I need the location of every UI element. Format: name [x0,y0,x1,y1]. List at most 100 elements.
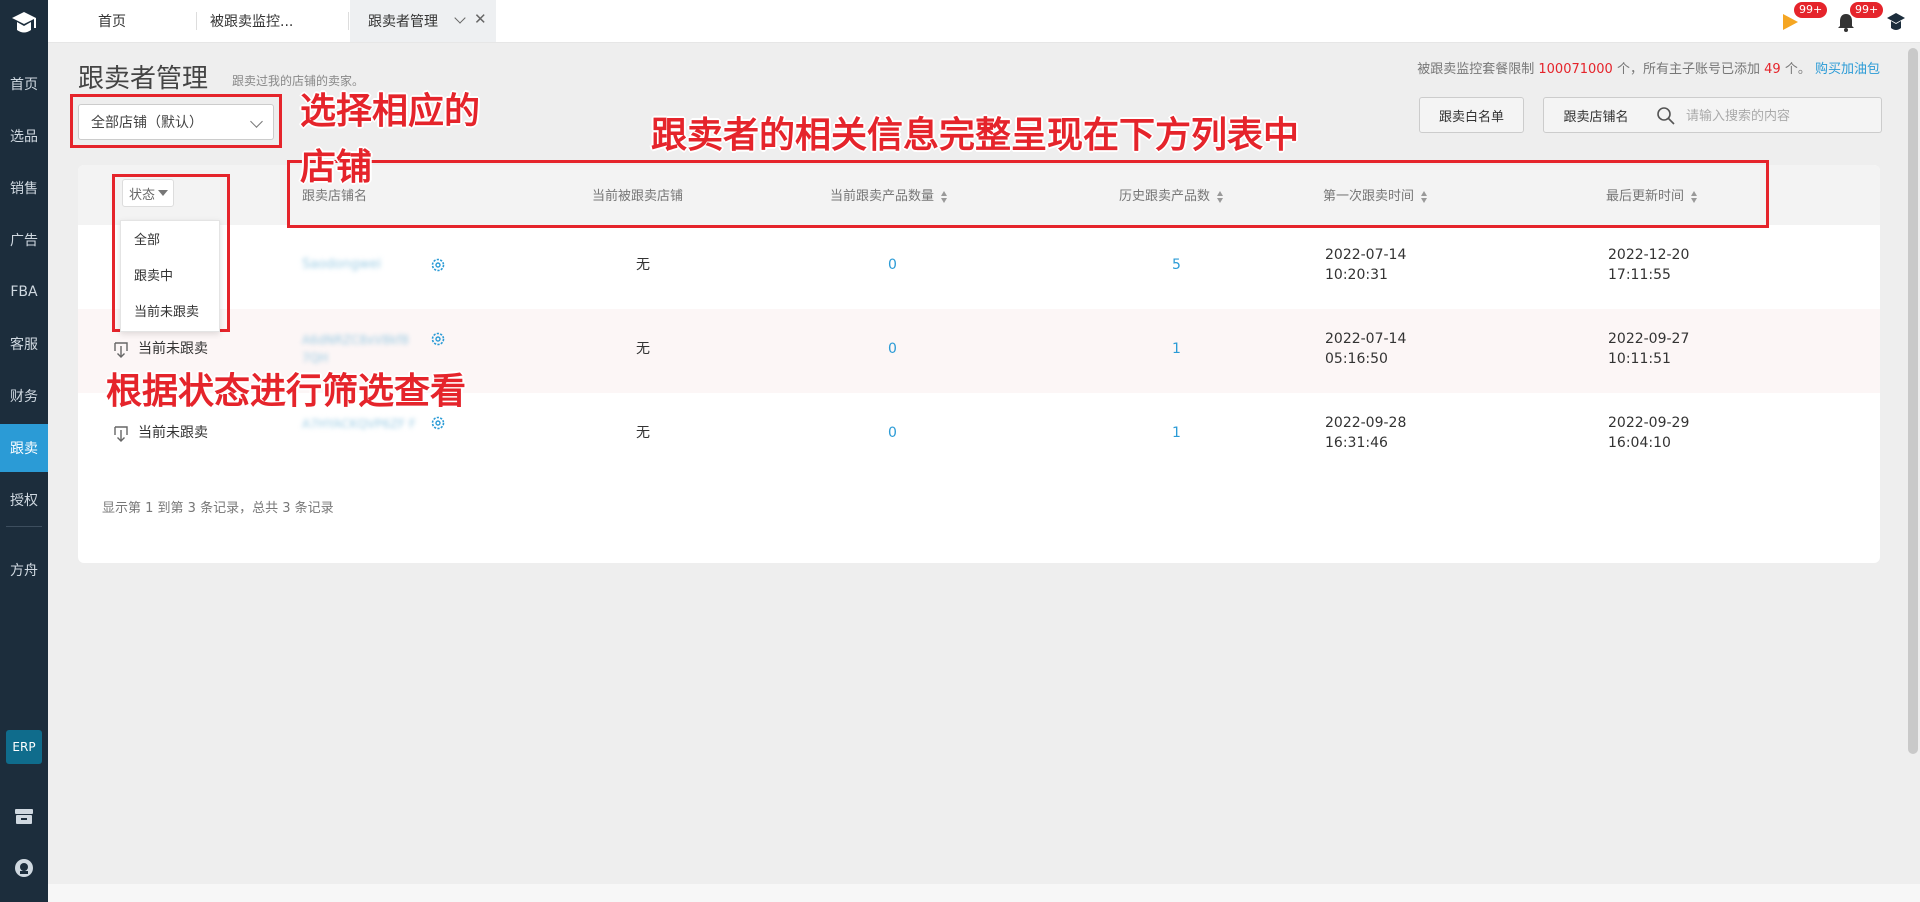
gear-icon[interactable] [430,415,446,431]
annotation-list-info: 跟卖者的相关信息完整呈现在下方列表中 [651,115,1300,156]
support-icon[interactable] [12,856,36,880]
pagination-info: 显示第 1 到第 3 条记录，总共 3 条记录 [102,501,334,516]
quota-limit: 100071000 [1538,62,1613,77]
whitelist-button[interactable]: 跟卖白名单 [1419,97,1524,133]
close-icon[interactable]: ✕ [474,10,487,28]
not-following-icon [114,342,128,358]
first-clock: 10:20:31 [1325,267,1388,283]
first-time: 2022-07-14 05:16:50 [1325,329,1406,369]
search-field-select[interactable]: 跟卖店铺名 [1543,97,1649,133]
status-option-not-following[interactable]: 当前未跟卖 [134,301,199,320]
current-count[interactable]: 0 [888,339,897,359]
tab-home[interactable]: 首页 [98,0,126,42]
tab-label: 首页 [98,14,126,30]
quota-info: 被跟卖监控套餐限制 100071000 个，所有主子账号已添加 49 个。 购买… [1417,58,1880,77]
sidebar-item-label: 销售 [10,181,38,197]
tab-bar: 首页 被跟卖监控... 跟卖者管理 ✕ 99+ 99+ [48,0,1920,43]
scrollbar[interactable] [1908,48,1918,754]
sidebar-item-label: 授权 [10,493,38,509]
sidebar-item-label: 跟卖 [10,441,38,457]
first-date: 2022-07-14 [1325,331,1407,347]
sidebar-item-label: 选品 [10,129,38,145]
history-count[interactable]: 5 [1172,255,1181,275]
first-date: 2022-07-14 [1325,247,1407,263]
annotation-select-shop-2: 店铺 [300,147,373,188]
buy-package-link[interactable]: 购买加油包 [1815,62,1880,77]
status-dropdown: 全部 跟卖中 当前未跟卖 [120,220,220,332]
sidebar-item-sales[interactable]: 销售 [0,164,48,212]
history-count[interactable]: 1 [1172,423,1181,443]
quota-added: 49 [1764,62,1781,77]
current-store: 无 [636,341,650,357]
erp-button[interactable]: ERP [6,730,42,764]
sidebar-item-customer-service[interactable]: 客服 [0,320,48,368]
current-count[interactable]: 0 [888,255,897,275]
tab-follow-sell-monitor[interactable]: 被跟卖监控... [210,0,293,42]
sidebar-item-ads[interactable]: 广告 [0,216,48,264]
sidebar-item-fba[interactable]: FBA [0,268,48,316]
sidebar-item-authorization[interactable]: 授权 [0,476,48,524]
tab-divider [348,12,349,30]
sidebar-item-label: 广告 [10,233,38,249]
sidebar-item-finance[interactable]: 财务 [0,372,48,420]
sidebar-item-follow-sell[interactable]: 跟卖 [0,424,48,472]
last-clock: 16:04:10 [1608,435,1671,451]
status-text: 当前未跟卖 [138,425,208,441]
shop-name[interactable]: Saodongwei [302,255,381,275]
sidebar-item-label: FBA [10,284,38,300]
logo-icon[interactable] [8,8,40,40]
sidebar-item-product-selection[interactable]: 选品 [0,112,48,160]
tab-divider [196,12,197,30]
quota-suffix: 个。 [1784,62,1811,77]
search-field-label: 跟卖店铺名 [1563,109,1629,125]
last-date: 2022-12-20 [1608,247,1690,263]
chevron-down-icon[interactable] [454,12,466,24]
current-count[interactable]: 0 [888,423,897,443]
last-clock: 10:11:51 [1608,351,1671,367]
page-title: 跟卖者管理 [78,64,209,94]
sidebar-item-ark[interactable]: 方舟 [0,546,48,594]
table-row: Saodongwei 无 0 5 2022-07-14 10:20:31 2022… [78,225,1880,309]
search-icon[interactable] [1656,106,1676,126]
search-box [1648,97,1882,133]
sidebar-item-home[interactable]: 首页 [0,60,48,108]
header-icons: 99+ 99+ [1780,2,1910,36]
store-icon[interactable] [12,804,36,828]
sidebar-item-label: 方舟 [10,563,38,579]
first-clock: 16:31:46 [1325,435,1388,451]
quota-prefix: 被跟卖监控套餐限制 [1417,62,1535,77]
last-date: 2022-09-29 [1608,415,1690,431]
gear-icon[interactable] [430,331,446,347]
last-date: 2022-09-27 [1608,331,1690,347]
bell-badge: 99+ [1850,2,1884,18]
shop-name[interactable]: A7HYACKQVP6ZF F [302,415,420,433]
sidebar-item-label: 财务 [10,389,38,405]
status-option-following[interactable]: 跟卖中 [134,265,173,284]
status-text: 当前未跟卖 [138,341,208,357]
annotation-status-filter: 根据状态进行筛选查看 [106,371,467,412]
bottom-strip [48,884,1920,902]
gear-icon[interactable] [430,257,446,273]
sidebar: 首页 选品 销售 广告 FBA 客服 财务 跟卖 授权 方舟 ERP [0,0,48,902]
annotation-select-shop: 选择相应的 [300,91,481,132]
search-input[interactable] [1684,106,1868,126]
last-clock: 17:11:55 [1608,267,1671,283]
annotation-box-shop [70,94,282,148]
annotation-box-columns [287,160,1769,228]
whitelist-button-label: 跟卖白名单 [1438,109,1504,125]
sidebar-item-label: 客服 [10,337,38,353]
status-option-all[interactable]: 全部 [134,229,160,248]
not-following-icon [114,426,128,442]
last-time: 2022-12-20 17:11:55 [1608,245,1689,285]
flag-badge: 99+ [1794,2,1828,18]
tab-label: 跟卖者管理 [368,14,438,30]
tab-follow-seller-management[interactable]: 跟卖者管理 ✕ [350,0,496,42]
first-time: 2022-09-28 16:31:46 [1325,413,1406,453]
sidebar-divider [6,526,42,527]
last-time: 2022-09-27 10:11:51 [1608,329,1689,369]
first-time: 2022-07-14 10:20:31 [1325,245,1406,285]
user-avatar-icon[interactable] [1884,10,1908,34]
first-date: 2022-09-28 [1325,415,1407,431]
current-store: 无 [636,425,650,441]
history-count[interactable]: 1 [1172,339,1181,359]
